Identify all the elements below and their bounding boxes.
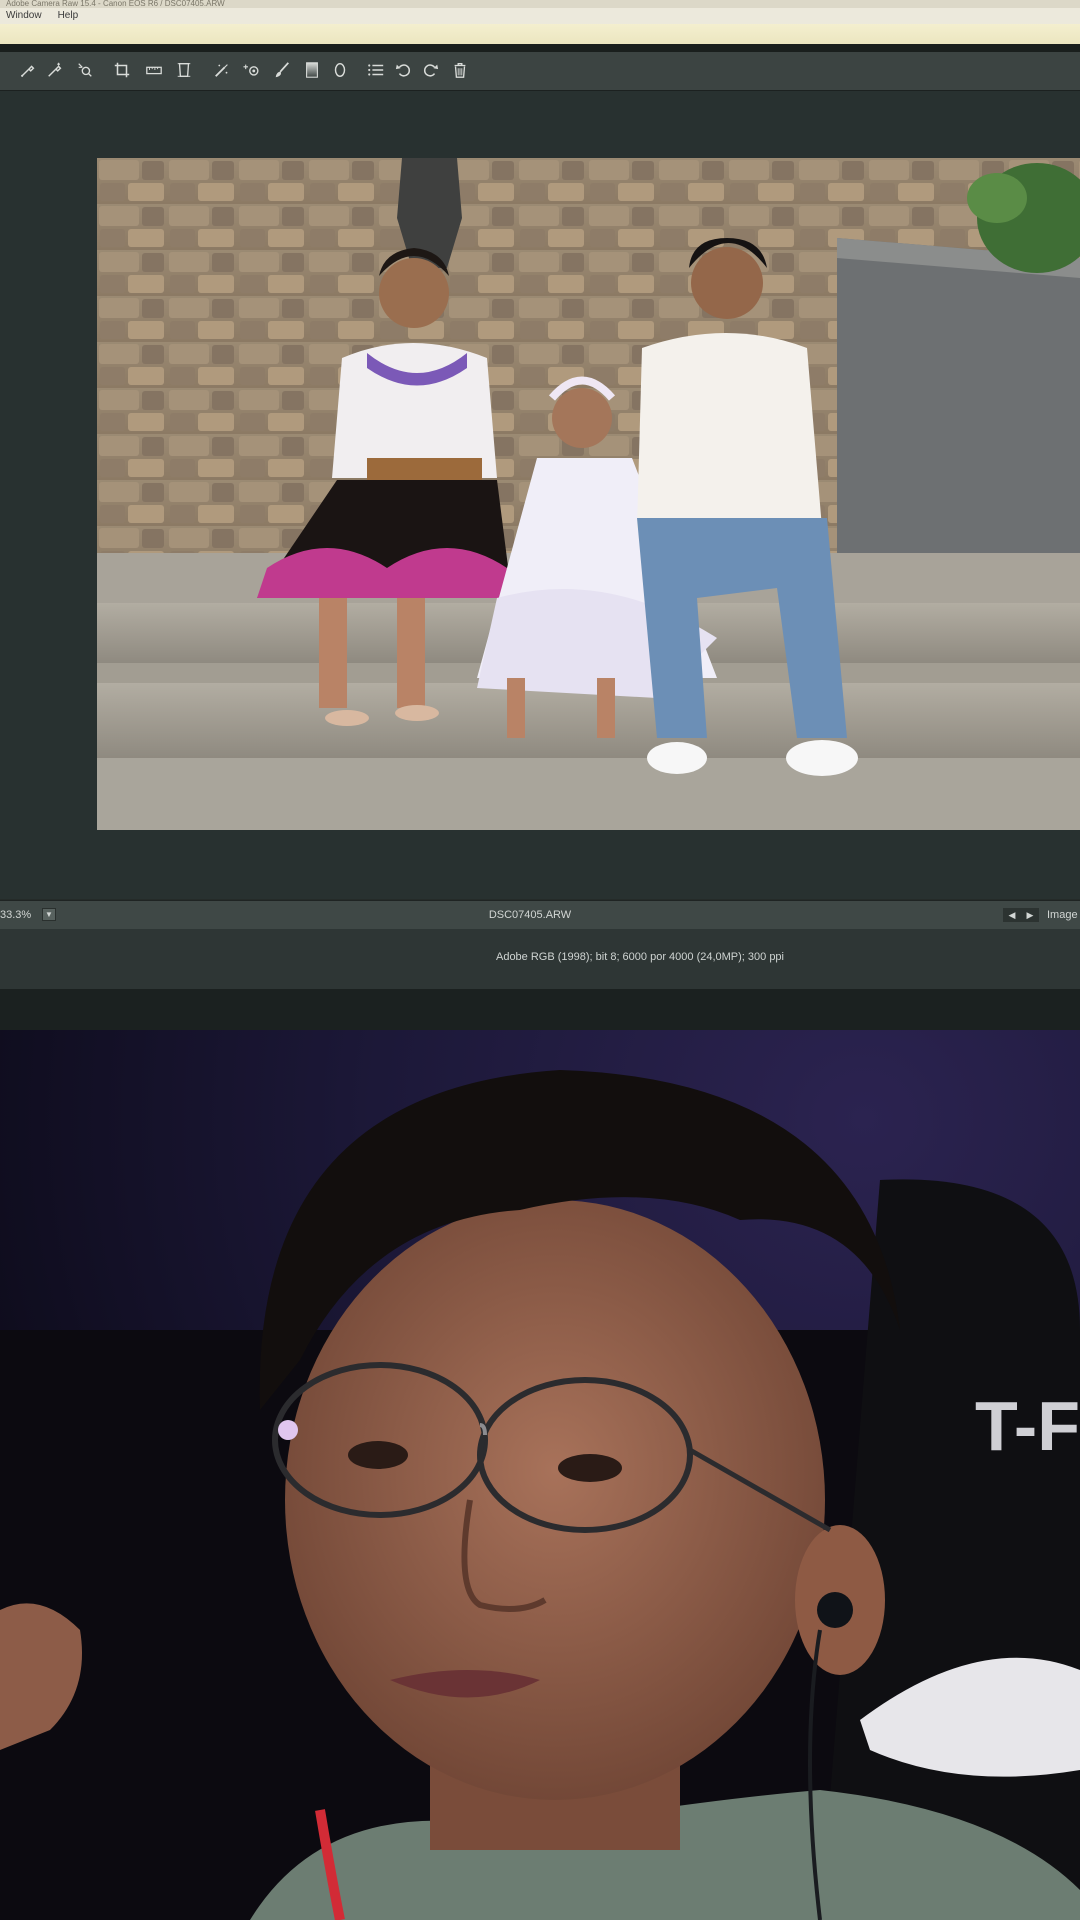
webcam-overlay: T-F bbox=[0, 1030, 1080, 1920]
previous-image-button[interactable]: ◀ bbox=[1003, 908, 1021, 922]
workflow-options-link[interactable]: Adobe RGB (1998); bit 8; 6000 por 4000 (… bbox=[0, 951, 1080, 963]
family-photo-image bbox=[97, 158, 1080, 830]
file-name: DSC07405.ARW bbox=[488, 909, 572, 921]
rotate-left-icon[interactable] bbox=[394, 61, 414, 81]
status-bar: 33.3% ▼ DSC07405.ARW ◀ ▶ Image bbox=[0, 900, 1080, 930]
color-sampler-icon[interactable] bbox=[45, 61, 65, 81]
adjustment-brush-icon[interactable] bbox=[272, 61, 292, 81]
next-image-button[interactable]: ▶ bbox=[1021, 908, 1039, 922]
window-title: Adobe Camera Raw 15.4 - Canon EOS R6 / D… bbox=[0, 0, 1080, 8]
preview-canvas bbox=[0, 91, 1080, 899]
menu-bar: Window Help bbox=[0, 8, 1080, 24]
targeted-adjustment-icon[interactable] bbox=[75, 61, 95, 81]
rotate-right-icon[interactable] bbox=[420, 61, 440, 81]
chevron-right-icon: ▶ bbox=[1026, 910, 1034, 920]
spot-removal-icon[interactable] bbox=[212, 61, 232, 81]
editor-screen: Adobe Camera Raw 15.4 - Canon EOS R6 / D… bbox=[0, 0, 1080, 1030]
chair-logo-text: T-F bbox=[975, 1387, 1080, 1465]
photo-preview[interactable] bbox=[97, 158, 1080, 830]
toolbar-divider bbox=[0, 44, 1080, 52]
transform-icon[interactable] bbox=[174, 61, 194, 81]
info-strip bbox=[0, 24, 1080, 44]
trash-icon[interactable] bbox=[450, 61, 470, 81]
graduated-filter-icon[interactable] bbox=[302, 61, 322, 81]
presenter-video-frame: T-F bbox=[0, 1070, 1080, 1920]
workflow-options-bar: Adobe RGB (1998); bit 8; 6000 por 4000 (… bbox=[0, 929, 1080, 989]
radial-filter-icon[interactable] bbox=[330, 61, 350, 81]
preferences-icon[interactable] bbox=[366, 61, 386, 81]
image-label: Image bbox=[1047, 909, 1078, 921]
menu-help[interactable]: Help bbox=[58, 10, 79, 21]
menu-window[interactable]: Window bbox=[6, 10, 42, 21]
white-balance-icon[interactable] bbox=[18, 61, 38, 81]
tool-bar bbox=[0, 52, 1080, 91]
bottom-panel bbox=[0, 989, 1080, 1030]
crop-icon[interactable] bbox=[112, 61, 132, 81]
straighten-icon[interactable] bbox=[144, 61, 164, 81]
chevron-left-icon: ◀ bbox=[1008, 910, 1016, 920]
red-eye-icon[interactable] bbox=[242, 61, 262, 81]
